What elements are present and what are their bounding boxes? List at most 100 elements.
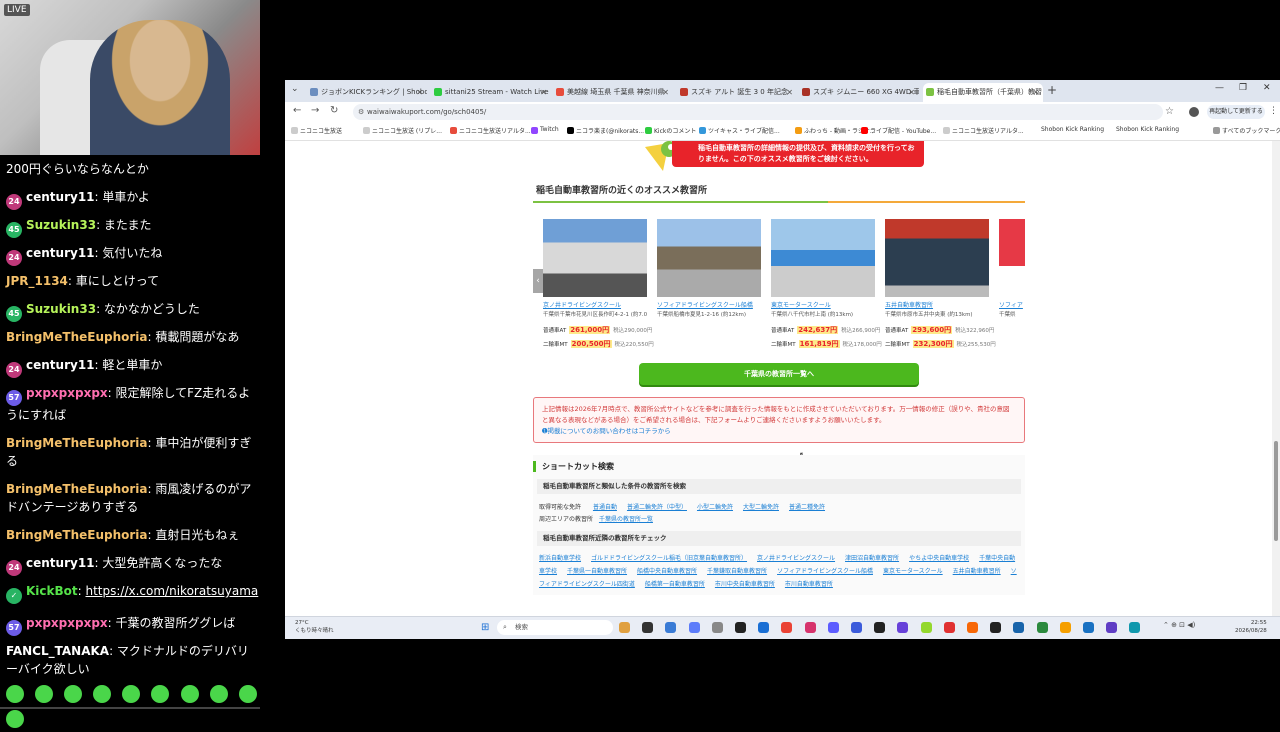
taskbar-app-icon[interactable] <box>688 622 700 633</box>
browser-tab[interactable]: スズキ ジムニー 660 XG 4WD 車検 ✕ <box>799 83 919 102</box>
bookmark-item[interactable]: Shobon Kick Ranking <box>1107 126 1179 134</box>
clock[interactable]: 22:55 2026/08/28 <box>1235 619 1267 635</box>
contact-link[interactable]: ➊掲載についてのお問い合わせはコチラから <box>542 427 671 435</box>
tab-close-icon[interactable]: ✕ <box>540 83 547 102</box>
taskbar-app-icon[interactable] <box>758 622 770 633</box>
taskbar-app-icon[interactable] <box>851 622 862 633</box>
bookmark-item[interactable]: Twitch <box>531 126 559 134</box>
chat-username[interactable]: Suzukin33 <box>26 218 96 232</box>
chat-username[interactable]: Suzukin33 <box>26 302 96 316</box>
taskbar-app-icon[interactable] <box>1083 622 1094 633</box>
taskbar-app-icon[interactable] <box>711 622 723 633</box>
tab-close-icon[interactable]: ✕ <box>786 83 793 102</box>
tab-close-icon[interactable]: ✕ <box>1032 83 1039 102</box>
taskbar-app-icon[interactable] <box>827 622 839 633</box>
profile-avatar[interactable] <box>1189 107 1199 117</box>
school-card[interactable]: 五井自動車教習所 千葉県市原市五井中央東 (約13km) 普通車AT 293,600円… <box>885 219 996 348</box>
school-name-link[interactable]: 京ノ井ドライビングスクール <box>543 300 647 309</box>
taskbar-app-icon[interactable] <box>897 622 909 633</box>
bookmark-item[interactable]: ツイキャス・ライブ配信... <box>699 126 780 135</box>
chat-username[interactable]: BringMeTheEuphoria <box>6 330 148 344</box>
school-photo[interactable] <box>771 219 875 297</box>
carousel-next-button[interactable]: › <box>1013 269 1023 293</box>
shortcut-link[interactable]: 東京モータースクール <box>883 568 943 575</box>
school-photo[interactable] <box>657 219 761 297</box>
browser-tab[interactable]: 稲毛自動車教習所（千葉県）教習 ✕ <box>923 83 1043 102</box>
emote-icon[interactable] <box>6 710 24 728</box>
shortcut-link[interactable]: 市川中央自動車教習所 <box>715 581 775 588</box>
system-tray[interactable]: ⌃ ⊕ ⊡ ◀) <box>1163 621 1195 629</box>
taskbar-app-icon[interactable] <box>735 622 746 633</box>
school-photo[interactable] <box>543 219 647 297</box>
site-info-icon[interactable]: ⚙ <box>358 104 364 120</box>
bookmark-item[interactable]: Shobon Kick Ranking <box>1032 126 1104 134</box>
taskbar-app-icon[interactable] <box>1106 622 1118 633</box>
emote-icon[interactable] <box>6 685 24 703</box>
bookmark-star-icon[interactable]: ☆ <box>1165 106 1174 117</box>
emote-icon[interactable] <box>209 685 228 703</box>
forward-icon[interactable]: → <box>311 105 319 116</box>
taskbar-app-icon[interactable] <box>990 622 1002 633</box>
new-tab-button[interactable]: + <box>1047 83 1057 97</box>
shortcut-link[interactable]: 千葉県の教習所一覧 <box>599 516 653 523</box>
bookmark-item[interactable]: ニコニコ生放送 (リプレ... <box>363 126 442 135</box>
taskbar-app-icon[interactable] <box>1129 622 1141 633</box>
taskbar-app-icon[interactable] <box>1059 622 1071 633</box>
emote-icon[interactable] <box>238 685 257 703</box>
shortcut-link[interactable]: 京ノ井ドライビングスクール <box>757 555 835 562</box>
bookmark-item[interactable]: ニコラ楽ま(@nikorats... <box>567 126 644 135</box>
chat-username[interactable]: century11 <box>26 358 95 372</box>
shortcut-link[interactable]: 新浜自動車学校 <box>539 555 581 562</box>
taskbar-app-icon[interactable] <box>665 622 677 633</box>
shortcut-link[interactable]: 船橋第一自動車教習所 <box>645 581 705 588</box>
emote-icon[interactable] <box>151 685 170 703</box>
reload-icon[interactable]: ↻ <box>330 105 338 116</box>
school-list-button[interactable]: 千葉県の教習所一覧へ <box>639 363 919 385</box>
chat-username[interactable]: pxpxpxpxpx <box>26 616 108 630</box>
back-icon[interactable]: ← <box>293 105 301 116</box>
maximize-icon[interactable]: ❐ <box>1239 83 1247 93</box>
chat-link[interactable]: https://x.com/nikoratsuyama <box>86 584 259 598</box>
url-input[interactable]: ⚙ waiwaiwakuport.com/go/sch0405/ <box>353 104 1163 120</box>
shortcut-link[interactable]: 千葉県一自動車教習所 <box>567 568 627 575</box>
windows-start-icon[interactable]: ⊞ <box>481 622 489 633</box>
school-card[interactable]: 東京モータースクール 千葉県八千代市村上南 (約13km) 普通車AT 242,637… <box>771 219 882 348</box>
shortcut-link[interactable]: 市川自動車教習所 <box>785 581 833 588</box>
browser-tab[interactable]: ジョボンKICKランキング | Shobon K✕ <box>307 83 427 102</box>
chat-username[interactable]: KickBot <box>26 584 78 598</box>
tab-close-icon[interactable]: ✕ <box>416 83 423 102</box>
browser-tab[interactable]: 美越線 埼玉県 千葉県 神奈川県 ✕ <box>553 83 673 102</box>
emote-icon[interactable] <box>35 685 54 703</box>
chat-username[interactable]: pxpxpxpxpx <box>26 386 108 400</box>
shortcut-link[interactable]: 普通二輪免許（中型） <box>627 504 687 511</box>
chat-username[interactable]: century11 <box>26 190 95 204</box>
bookmark-item[interactable]: ニコニコ生放送 <box>291 126 342 135</box>
taskbar-app-icon[interactable] <box>874 622 886 633</box>
browser-tab[interactable]: スズキ アルト 誕生 3 0 年記念 ✕ <box>677 83 797 102</box>
shortcut-link[interactable]: 普通二種免許 <box>789 504 825 511</box>
emote-bar[interactable] <box>0 682 260 728</box>
emote-icon[interactable] <box>122 685 141 703</box>
chat-username[interactable]: BringMeTheEuphoria <box>6 482 148 496</box>
relaunch-button[interactable]: 再起動して更新する <box>1207 105 1265 119</box>
page-scrollbar[interactable] <box>1272 141 1280 616</box>
school-photo[interactable] <box>885 219 989 297</box>
bookmark-item[interactable]: Kickのコメント <box>645 126 696 135</box>
shortcut-link[interactable]: 津田沼自動車教習所 <box>845 555 899 562</box>
taskbar-app-icon[interactable] <box>943 622 955 633</box>
tab-search-icon[interactable]: ⌄ <box>291 84 299 94</box>
minimize-icon[interactable]: — <box>1215 83 1224 93</box>
taskbar-search-input[interactable]: ⌕ 検索 <box>497 620 613 635</box>
bookmark-item[interactable]: ニコニコ生放送リアルタ... <box>450 126 531 135</box>
emote-icon[interactable] <box>180 685 199 703</box>
bookmark-item[interactable]: ライブ配信 - YouTube... <box>861 126 936 135</box>
taskbar-app-icon[interactable] <box>619 622 630 633</box>
shortcut-link[interactable]: 小型二輪免許 <box>697 504 733 511</box>
taskbar-app-icon[interactable] <box>781 622 793 633</box>
carousel-prev-button[interactable]: ‹ <box>533 269 543 293</box>
chat-username[interactable]: century11 <box>26 556 95 570</box>
school-name-link[interactable]: ソフィアドライビングスクール船橋 <box>657 300 761 309</box>
shortcut-link[interactable]: 船橋中央自動車教習所 <box>637 568 697 575</box>
menu-icon[interactable]: ⋮ <box>1269 106 1278 116</box>
chat-username[interactable]: BringMeTheEuphoria <box>6 436 148 450</box>
